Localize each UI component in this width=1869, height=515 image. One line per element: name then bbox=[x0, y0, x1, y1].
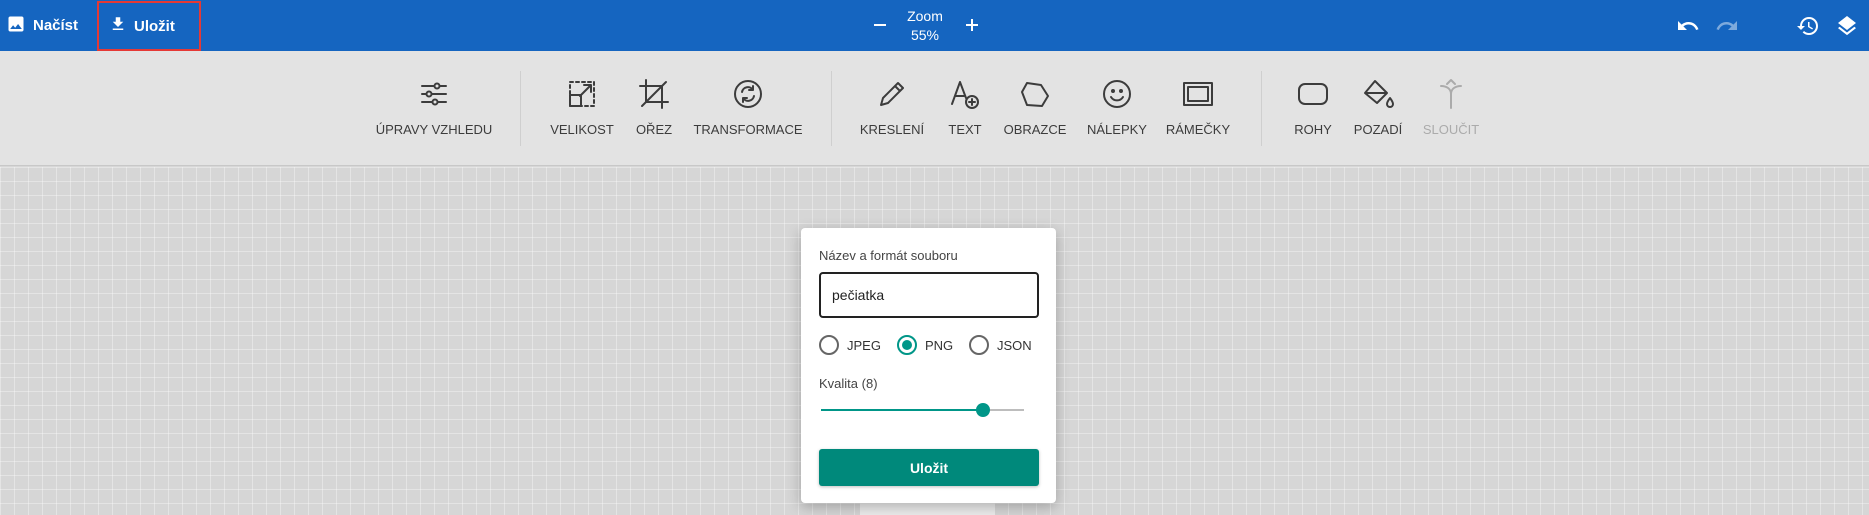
redo-icon bbox=[1715, 21, 1739, 42]
crop-icon bbox=[638, 78, 670, 110]
layers-button[interactable] bbox=[1835, 14, 1859, 38]
zoom-control: Zoom 55% bbox=[860, 0, 990, 51]
tool-transform[interactable]: TRANSFORMACE bbox=[692, 51, 804, 166]
tool-frames[interactable]: RÁMEČKY bbox=[1160, 51, 1236, 166]
undo-button[interactable] bbox=[1676, 14, 1700, 38]
load-button[interactable]: Načíst bbox=[6, 0, 78, 51]
radio-circle bbox=[897, 335, 917, 355]
toolbar-divider bbox=[831, 71, 832, 146]
quality-slider-fill bbox=[821, 409, 984, 411]
top-bar: Načíst Uložit Zoom 55% bbox=[0, 0, 1869, 51]
format-label: JPEG bbox=[847, 337, 881, 353]
tool-label: NÁLEPKY bbox=[1087, 122, 1147, 137]
toolbar-divider bbox=[1261, 71, 1262, 146]
rotate-icon bbox=[732, 78, 764, 110]
paint-bucket-icon bbox=[1362, 78, 1394, 110]
tool-label: TEXT bbox=[948, 122, 982, 137]
download-icon bbox=[109, 15, 127, 37]
tools-toolbar: ÚPRAVY VZHLEDU VELIKOST OŘEZ TRANSFORMAC… bbox=[0, 51, 1869, 166]
filename-label: Název a formát souboru bbox=[819, 248, 958, 263]
tool-label: VELIKOST bbox=[550, 122, 614, 137]
text-add-icon bbox=[949, 78, 981, 110]
quality-slider[interactable] bbox=[821, 403, 1024, 417]
filename-input[interactable] bbox=[819, 272, 1039, 318]
tool-merge[interactable]: SLOUČIT bbox=[1418, 51, 1484, 166]
format-label: JSON bbox=[997, 337, 1032, 353]
tool-text[interactable]: TEXT bbox=[940, 51, 990, 166]
load-label: Načíst bbox=[33, 17, 79, 34]
dialog-save-button[interactable]: Uložit bbox=[819, 449, 1039, 486]
save-button[interactable]: Uložit bbox=[97, 1, 201, 51]
tool-label: POZADÍ bbox=[1353, 122, 1403, 137]
quality-slider-thumb[interactable] bbox=[976, 403, 991, 417]
layers-icon bbox=[1835, 16, 1859, 42]
format-radio-jpeg[interactable]: JPEG bbox=[819, 335, 881, 355]
tool-label: ROHY bbox=[1294, 122, 1332, 137]
zoom-out-button[interactable] bbox=[868, 13, 892, 37]
save-label: Uložit bbox=[134, 17, 175, 35]
zoom-readout: Zoom 55% bbox=[895, 7, 955, 45]
tool-label: RÁMEČKY bbox=[1165, 122, 1231, 137]
tool-label: KRESLENÍ bbox=[859, 122, 925, 137]
polygon-icon bbox=[1019, 78, 1051, 110]
history-icon bbox=[1796, 17, 1820, 42]
resize-icon bbox=[566, 78, 598, 110]
sliders-icon bbox=[418, 78, 450, 110]
rounded-corners-icon bbox=[1297, 78, 1329, 110]
tool-label: ÚPRAVY VZHLEDU bbox=[375, 122, 493, 137]
tool-stickers[interactable]: NÁLEPKY bbox=[1080, 51, 1154, 166]
zoom-in-button[interactable] bbox=[960, 13, 984, 37]
tool-corners[interactable]: ROHY bbox=[1288, 51, 1338, 166]
tool-label: TRANSFORMACE bbox=[693, 122, 803, 137]
save-dialog: Název a formát souboru JPEG PNG JSON Kva… bbox=[801, 228, 1056, 503]
format-radio-png[interactable]: PNG bbox=[897, 335, 953, 355]
tool-label: OŘEZ bbox=[635, 122, 673, 137]
tool-label: OBRAZCE bbox=[1003, 122, 1067, 137]
redo-button[interactable] bbox=[1715, 14, 1739, 38]
radio-circle bbox=[819, 335, 839, 355]
quality-label: Kvalita (8) bbox=[819, 376, 878, 391]
zoom-value: 55% bbox=[910, 27, 940, 43]
tool-shapes[interactable]: OBRAZCE bbox=[1002, 51, 1068, 166]
tool-adjustments[interactable]: ÚPRAVY VZHLEDU bbox=[369, 51, 499, 166]
history-button[interactable] bbox=[1796, 14, 1820, 38]
tool-draw[interactable]: KRESLENÍ bbox=[856, 51, 928, 166]
image-icon bbox=[6, 14, 26, 38]
tool-crop[interactable]: OŘEZ bbox=[628, 51, 680, 166]
zoom-title: Zoom bbox=[907, 8, 943, 24]
tool-background[interactable]: POZADÍ bbox=[1350, 51, 1406, 166]
format-label: PNG bbox=[925, 337, 954, 353]
smiley-icon bbox=[1101, 78, 1133, 110]
merge-icon bbox=[1435, 78, 1467, 110]
undo-icon bbox=[1676, 21, 1700, 42]
tool-label: SLOUČIT bbox=[1422, 122, 1480, 137]
tool-resize[interactable]: VELIKOST bbox=[542, 51, 622, 166]
frame-icon bbox=[1182, 78, 1214, 110]
format-radio-json[interactable]: JSON bbox=[969, 335, 1032, 355]
toolbar-divider bbox=[520, 71, 521, 146]
radio-circle bbox=[969, 335, 989, 355]
pencil-icon bbox=[876, 78, 908, 110]
